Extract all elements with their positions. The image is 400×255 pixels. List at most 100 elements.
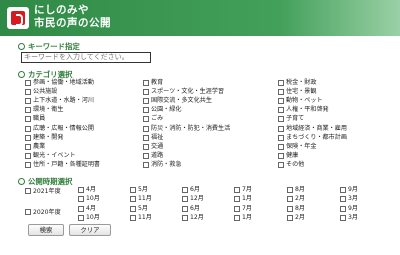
checkbox-box[interactable]: [143, 107, 149, 114]
month-checkbox[interactable]: 1月: [234, 214, 252, 222]
checkbox-box[interactable]: [78, 196, 84, 202]
month-checkbox[interactable]: 4月: [78, 205, 96, 213]
checkbox-box[interactable]: [25, 80, 31, 86]
checkbox-box[interactable]: [143, 80, 149, 86]
month-checkbox[interactable]: 9月: [340, 205, 358, 213]
search-button[interactable]: 検索: [28, 224, 64, 236]
month-checkbox[interactable]: 11月: [130, 214, 152, 222]
checkbox-box[interactable]: [234, 215, 240, 221]
checkbox-box[interactable]: [182, 206, 188, 212]
checkbox-box[interactable]: [278, 161, 284, 168]
checkbox-box[interactable]: [130, 196, 136, 202]
category-checkbox[interactable]: 参画・協働・地域活動: [25, 79, 94, 87]
checkbox-box[interactable]: [287, 215, 293, 221]
category-checkbox[interactable]: 国際交流・多文化共生: [143, 97, 212, 105]
checkbox-box[interactable]: [234, 206, 240, 212]
checkbox-box[interactable]: [130, 187, 136, 193]
checkbox-box[interactable]: [340, 187, 346, 193]
checkbox-box[interactable]: [25, 161, 31, 168]
month-checkbox[interactable]: 12月: [182, 195, 204, 203]
month-checkbox[interactable]: 10月: [78, 214, 100, 222]
category-checkbox[interactable]: 観光・イベント: [25, 152, 76, 160]
checkbox-box[interactable]: [143, 89, 149, 96]
month-checkbox[interactable]: 8月: [287, 205, 305, 213]
checkbox-box[interactable]: [143, 143, 149, 150]
checkbox-box[interactable]: [78, 187, 84, 193]
month-checkbox[interactable]: 2月: [287, 195, 305, 203]
category-checkbox[interactable]: 健康: [278, 152, 298, 160]
category-checkbox[interactable]: 広聴・広報・情報公開: [25, 125, 94, 133]
month-checkbox[interactable]: 6月: [182, 205, 200, 213]
checkbox-box[interactable]: [278, 107, 284, 114]
month-checkbox[interactable]: 9月: [340, 186, 358, 194]
checkbox-box[interactable]: [143, 98, 149, 105]
category-checkbox[interactable]: 子育て: [278, 115, 304, 123]
checkbox-box[interactable]: [25, 125, 31, 132]
category-checkbox[interactable]: 上下水道・水路・河川: [25, 97, 94, 105]
checkbox-box[interactable]: [25, 89, 31, 96]
category-checkbox[interactable]: その他: [278, 161, 304, 169]
checkbox-box[interactable]: [25, 208, 31, 215]
category-checkbox[interactable]: 道路: [143, 152, 163, 160]
month-checkbox[interactable]: 7月: [234, 205, 252, 213]
checkbox-box[interactable]: [287, 206, 293, 212]
checkbox-box[interactable]: [25, 107, 31, 114]
category-checkbox[interactable]: 交通: [143, 143, 163, 151]
category-checkbox[interactable]: 農業: [25, 143, 45, 151]
category-checkbox[interactable]: 消防・救急: [143, 161, 181, 169]
checkbox-box[interactable]: [340, 215, 346, 221]
checkbox-box[interactable]: [130, 215, 136, 221]
category-checkbox[interactable]: 防災・消防・防犯・消費生活: [143, 125, 230, 133]
checkbox-box[interactable]: [130, 206, 136, 212]
checkbox-box[interactable]: [143, 116, 149, 123]
checkbox-box[interactable]: [278, 98, 284, 105]
checkbox-box[interactable]: [278, 125, 284, 132]
year-checkbox[interactable]: 2021年度: [25, 186, 61, 195]
checkbox-box[interactable]: [287, 196, 293, 202]
month-checkbox[interactable]: 7月: [234, 186, 252, 194]
category-checkbox[interactable]: まちづくり・都市計画: [278, 134, 347, 142]
checkbox-box[interactable]: [182, 187, 188, 193]
clear-button[interactable]: クリア: [69, 224, 111, 236]
category-checkbox[interactable]: 福祉: [143, 134, 163, 142]
checkbox-box[interactable]: [78, 206, 84, 212]
checkbox-box[interactable]: [78, 215, 84, 221]
checkbox-box[interactable]: [278, 89, 284, 96]
checkbox-box[interactable]: [143, 161, 149, 168]
checkbox-box[interactable]: [25, 116, 31, 123]
category-checkbox[interactable]: 公共施設: [25, 88, 57, 96]
checkbox-box[interactable]: [278, 116, 284, 123]
checkbox-box[interactable]: [143, 152, 149, 159]
category-checkbox[interactable]: 人権・平和啓発: [278, 106, 329, 114]
category-checkbox[interactable]: スポーツ・文化・生涯学習: [143, 88, 224, 96]
month-checkbox[interactable]: 6月: [182, 186, 200, 194]
checkbox-box[interactable]: [143, 134, 149, 141]
category-checkbox[interactable]: 保険・年金: [278, 143, 316, 151]
category-checkbox[interactable]: 動物・ペット: [278, 97, 323, 105]
checkbox-box[interactable]: [278, 134, 284, 141]
month-checkbox[interactable]: 5月: [130, 205, 148, 213]
checkbox-box[interactable]: [143, 125, 149, 132]
checkbox-box[interactable]: [182, 215, 188, 221]
checkbox-box[interactable]: [287, 187, 293, 193]
checkbox-box[interactable]: [25, 152, 31, 159]
checkbox-box[interactable]: [340, 206, 346, 212]
month-checkbox[interactable]: 3月: [340, 195, 358, 203]
month-checkbox[interactable]: 10月: [78, 195, 100, 203]
month-checkbox[interactable]: 11月: [130, 195, 152, 203]
checkbox-box[interactable]: [25, 187, 31, 194]
category-checkbox[interactable]: 住所・戸籍・各種証明書: [25, 161, 100, 169]
checkbox-box[interactable]: [25, 143, 31, 150]
category-checkbox[interactable]: 環境・衛生: [25, 106, 63, 114]
category-checkbox[interactable]: 公園・緑化: [143, 106, 181, 114]
checkbox-box[interactable]: [182, 196, 188, 202]
month-checkbox[interactable]: 4月: [78, 186, 96, 194]
year-checkbox[interactable]: 2020年度: [25, 207, 61, 216]
keyword-input[interactable]: [21, 52, 151, 63]
category-checkbox[interactable]: 地域経済・商業・雇用: [278, 125, 347, 133]
month-checkbox[interactable]: 5月: [130, 186, 148, 194]
category-checkbox[interactable]: 税金・財政: [278, 79, 316, 87]
category-checkbox[interactable]: 職員: [25, 115, 45, 123]
checkbox-box[interactable]: [278, 143, 284, 150]
category-checkbox[interactable]: ごみ: [143, 115, 163, 123]
